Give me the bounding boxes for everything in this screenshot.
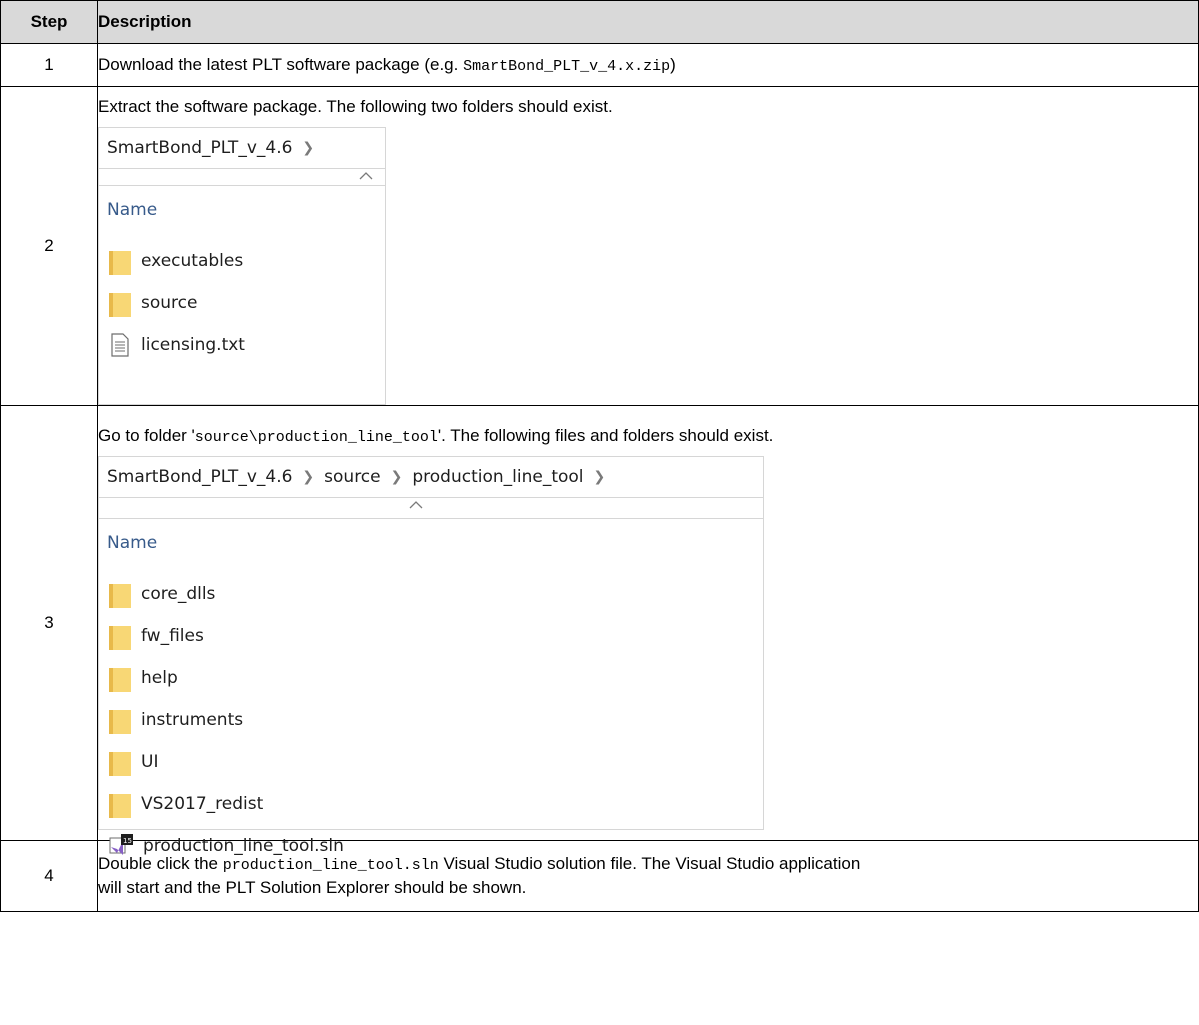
file-name: help: [141, 668, 178, 688]
chevron-right-icon[interactable]: ❯: [391, 469, 403, 485]
description-line: Double click the production_line_tool.sl…: [98, 853, 1198, 877]
breadcrumb-item[interactable]: production_line_tool: [412, 467, 583, 487]
header-description: Description: [97, 0, 1199, 44]
name-column-header[interactable]: Name: [99, 200, 385, 228]
folder-icon: [109, 251, 131, 275]
list-item[interactable]: instruments: [109, 699, 763, 741]
description-line: Go to folder 'source\production_line_too…: [98, 426, 1198, 446]
file-name: core_dlls: [141, 584, 216, 604]
list-item[interactable]: fw_files: [109, 615, 763, 657]
table-header-row: Step Description: [0, 0, 1199, 44]
folder-icon: [109, 710, 131, 734]
description-text: ): [670, 55, 676, 74]
list-item[interactable]: UI: [109, 741, 763, 783]
description-text: '. The following files and folders shoul…: [437, 426, 774, 445]
sort-ascending-icon[interactable]: [359, 171, 373, 181]
folder-icon: [109, 626, 131, 650]
file-name: licensing.txt: [141, 335, 245, 355]
breadcrumb-item[interactable]: source: [324, 467, 380, 487]
breadcrumb: SmartBond_PLT_v_4.6 ❯ source ❯ productio…: [99, 457, 763, 498]
step-number: 1: [0, 43, 98, 87]
list-item[interactable]: source: [109, 282, 385, 324]
list-item[interactable]: executables: [109, 240, 385, 282]
code-filename: production_line_tool.sln: [222, 857, 439, 874]
step-number: 3: [0, 405, 98, 841]
chevron-right-icon[interactable]: ❯: [594, 469, 606, 485]
file-explorer-screenshot: SmartBond_PLT_v_4.6 ❯ source ❯ productio…: [98, 456, 764, 856]
breadcrumb-item[interactable]: SmartBond_PLT_v_4.6: [107, 138, 292, 158]
step-number: 2: [0, 86, 98, 406]
file-name: VS2017_redist: [141, 794, 264, 814]
description-text: Download the latest PLT software package…: [98, 55, 464, 74]
list-item[interactable]: core_dlls: [109, 573, 763, 615]
code-path: source\production_line_tool: [194, 429, 438, 446]
description-text: will start and the PLT Solution Explorer…: [98, 878, 527, 897]
svg-text:15: 15: [123, 837, 132, 845]
file-list: core_dlls fw_files help instruments UI V…: [99, 573, 763, 867]
folder-icon: [109, 293, 131, 317]
file-explorer-screenshot: SmartBond_PLT_v_4.6 ❯ Name executables s…: [98, 127, 386, 405]
table-row: 2 Extract the software package. The foll…: [0, 86, 1199, 406]
file-name: instruments: [141, 710, 244, 730]
chevron-right-icon[interactable]: ❯: [302, 140, 314, 156]
folder-icon: [109, 668, 131, 692]
sort-ascending-icon[interactable]: [409, 500, 423, 510]
file-list: executables source licensing.txt: [99, 240, 385, 366]
file-name: executables: [141, 251, 244, 271]
breadcrumb: SmartBond_PLT_v_4.6 ❯: [99, 128, 385, 169]
file-name: source: [141, 293, 198, 313]
list-item[interactable]: VS2017_redist: [109, 783, 763, 825]
step-description: Extract the software package. The follow…: [97, 86, 1199, 406]
chevron-right-icon[interactable]: ❯: [302, 469, 314, 485]
description-text: Go to folder ': [98, 426, 195, 445]
name-column-header[interactable]: Name: [99, 533, 763, 561]
list-item[interactable]: help: [109, 657, 763, 699]
text-file-icon: [111, 333, 129, 357]
description-text: Double click the: [98, 854, 223, 873]
file-name: fw_files: [141, 626, 204, 646]
folder-icon: [109, 794, 131, 818]
folder-icon: [109, 584, 131, 608]
step-description: Download the latest PLT software package…: [97, 43, 1199, 87]
code-filename: SmartBond_PLT_v_4.x.zip: [463, 58, 671, 75]
description-text: Extract the software package. The follow…: [98, 97, 613, 116]
file-name: UI: [141, 752, 159, 772]
header-step: Step: [0, 0, 98, 44]
steps-table: Step Description 1 Download the latest P…: [0, 0, 1199, 912]
folder-icon: [109, 752, 131, 776]
table-row: 1 Download the latest PLT software packa…: [0, 43, 1199, 87]
step-number: 4: [0, 840, 98, 912]
step-description: Go to folder 'source\production_line_too…: [97, 405, 1199, 856]
breadcrumb-item[interactable]: SmartBond_PLT_v_4.6: [107, 467, 292, 487]
table-row: 3 Go to folder 'source\production_line_t…: [0, 405, 1199, 856]
list-item[interactable]: licensing.txt: [109, 324, 385, 366]
description-text: Visual Studio solution file. The Visual …: [438, 854, 861, 873]
